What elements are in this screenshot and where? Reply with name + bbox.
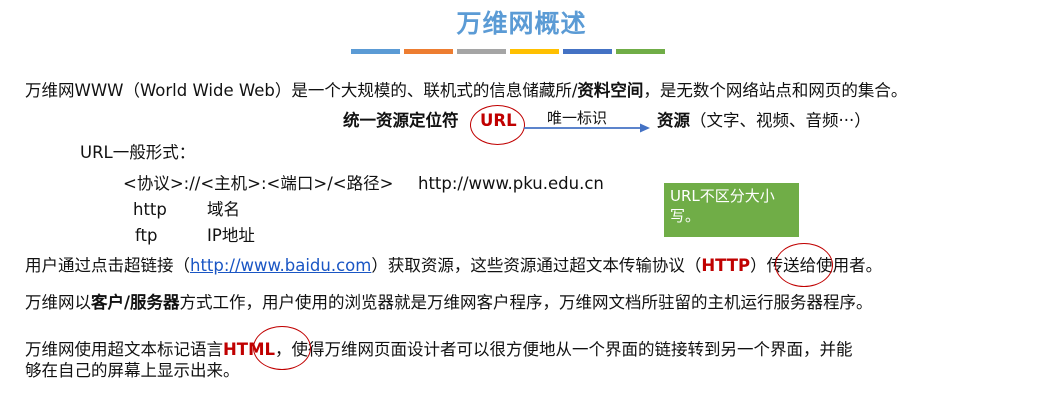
http-highlight-circle bbox=[775, 243, 833, 287]
resource-bold: 资源 bbox=[657, 111, 690, 130]
html-highlight-circle bbox=[253, 326, 311, 370]
url-form-heading: URL一般形式： bbox=[80, 143, 196, 162]
resource-text: 资源（文字、视频、音频···） bbox=[657, 110, 871, 132]
para2-text-mid: ）获取资源，这些资源通过超文本传输协议（ bbox=[371, 256, 702, 275]
protocol-ftp: ftp bbox=[135, 226, 158, 245]
paragraph-html: 万维网使用超文本标记语言HTML，使得万维网页面设计者可以很方便地从一个界面的链… bbox=[25, 339, 853, 361]
ip-address-label: IP地址 bbox=[207, 226, 255, 245]
http-acronym: HTTP bbox=[701, 256, 751, 275]
para3-text: 万维网以 bbox=[25, 293, 91, 312]
protocol-http: http bbox=[133, 200, 167, 219]
note-box: URL不区分大小写。 bbox=[664, 183, 799, 237]
paragraph-client-server: 万维网以客户/服务器方式工作，用户使用的浏览器就是万维网客户程序，万维网文档所驻… bbox=[25, 292, 873, 314]
resource-detail: （文字、视频、音频···） bbox=[690, 111, 871, 130]
url-pattern: <协议>://<主机>:<端口>/<路径> bbox=[123, 174, 394, 193]
para4-text: 万维网使用超文本标记语言 bbox=[25, 340, 223, 359]
client-server-bold: 客户/服务器 bbox=[91, 293, 180, 312]
url-example: http://www.pku.edu.cn bbox=[418, 174, 604, 193]
para4-text-end: ，使得万维网页面设计者可以很方便地从一个界面的链接转到另一个界面，并能 bbox=[275, 340, 853, 359]
paragraph-html-line2: 够在自己的屏幕上显示出来。 bbox=[25, 361, 240, 380]
baidu-link[interactable]: http://www.baidu.com bbox=[190, 256, 371, 275]
domain-name-label: 域名 bbox=[207, 200, 240, 219]
para3-text-end: 方式工作，用户使用的浏览器就是万维网客户程序，万维网文档所驻留的主机运行服务器程… bbox=[179, 293, 873, 312]
paragraph-hyperlink: 用户通过点击超链接（http://www.baidu.com）获取资源，这些资源… bbox=[25, 255, 882, 277]
para2-text: 用户通过点击超链接（ bbox=[25, 256, 190, 275]
